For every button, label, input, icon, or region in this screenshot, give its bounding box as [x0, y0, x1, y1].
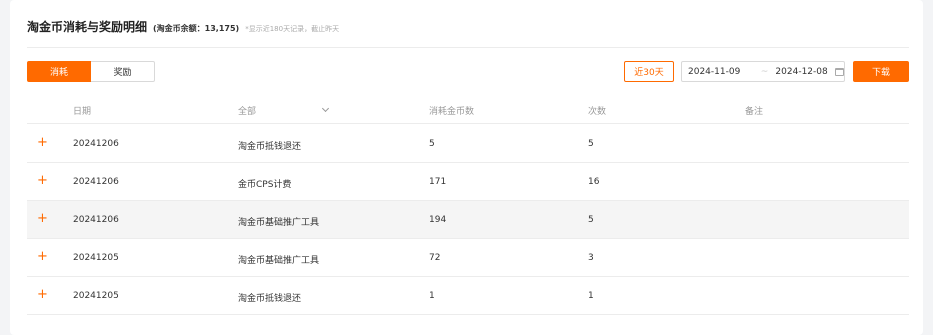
- row-times: 16: [588, 177, 600, 187]
- plus-icon[interactable]: +: [37, 135, 48, 150]
- plus-icon[interactable]: +: [37, 211, 48, 226]
- row-times: 3: [588, 253, 594, 263]
- col-type-filter[interactable]: 全部: [238, 104, 330, 117]
- row-type: 金币CPS计费: [238, 180, 292, 190]
- download-button[interactable]: 下载: [853, 61, 909, 82]
- col-times: 次数: [588, 107, 607, 117]
- row-date: 20241205: [73, 253, 119, 263]
- calendar-icon[interactable]: [835, 67, 844, 76]
- row-type: 淘金币基础推广工具: [238, 218, 320, 228]
- row-date: 20241206: [73, 177, 119, 187]
- table-row: + 20241205 淘金币基础推广工具 72 3: [27, 239, 909, 277]
- col-type-label: 全部: [238, 107, 257, 117]
- plus-icon[interactable]: +: [37, 173, 48, 188]
- row-coins: 171: [429, 177, 447, 187]
- table-header: 日期 全部 消耗金币数 次数 备注: [27, 96, 909, 124]
- chevron-down-icon[interactable]: [321, 104, 330, 113]
- row-type: 淘金币抵钱退还: [238, 294, 302, 304]
- table-row: + 20241205 淘金币抵钱退还 1 1: [27, 277, 909, 315]
- col-date: 日期: [73, 107, 92, 117]
- detail-card: 淘金币消耗与奖励明细 (淘金币余额：13,175) *显示近180天记录，截止昨…: [10, 0, 923, 335]
- coin-balance: (淘金币余额：13,175): [153, 24, 240, 33]
- row-coins: 194: [429, 215, 447, 225]
- row-times: 1: [588, 291, 594, 301]
- date-range-picker[interactable]: 2024-11-09 ~ 2024-12-08: [681, 61, 845, 82]
- row-coins: 1: [429, 291, 435, 301]
- row-type: 淘金币基础推广工具: [238, 256, 320, 266]
- recent-30-days-button[interactable]: 近30天: [624, 61, 674, 82]
- record-note: *显示近180天记录，截止昨天: [245, 25, 340, 33]
- table-row: + 20241206 淘金币抵钱退还 5 5: [27, 125, 909, 163]
- plus-icon[interactable]: +: [37, 249, 48, 264]
- row-coins: 5: [429, 139, 435, 149]
- tab-consume[interactable]: 消耗: [27, 61, 91, 82]
- tab-reward[interactable]: 奖励: [91, 61, 155, 82]
- row-date: 20241206: [73, 215, 119, 225]
- date-start[interactable]: 2024-11-09: [688, 67, 754, 77]
- col-remark: 备注: [745, 107, 764, 117]
- row-date: 20241206: [73, 139, 119, 149]
- row-coins: 72: [429, 253, 441, 263]
- row-times: 5: [588, 139, 594, 149]
- date-separator: ~: [760, 66, 769, 77]
- header-divider: [27, 47, 909, 48]
- row-times: 5: [588, 215, 594, 225]
- row-type: 淘金币抵钱退还: [238, 142, 302, 152]
- col-coins: 消耗金币数: [429, 107, 475, 117]
- table-row: + 20241206 金币CPS计费 171 16: [27, 163, 909, 201]
- page-title: 淘金币消耗与奖励明细: [27, 20, 148, 34]
- type-switch: 消耗 奖励: [27, 61, 155, 82]
- date-end[interactable]: 2024-12-08: [775, 67, 831, 77]
- table-row: + 20241206 淘金币基础推广工具 194 5: [27, 201, 909, 239]
- page-header: 淘金币消耗与奖励明细 (淘金币余额：13,175) *显示近180天记录，截止昨…: [27, 18, 339, 38]
- plus-icon[interactable]: +: [37, 287, 48, 302]
- row-date: 20241205: [73, 291, 119, 301]
